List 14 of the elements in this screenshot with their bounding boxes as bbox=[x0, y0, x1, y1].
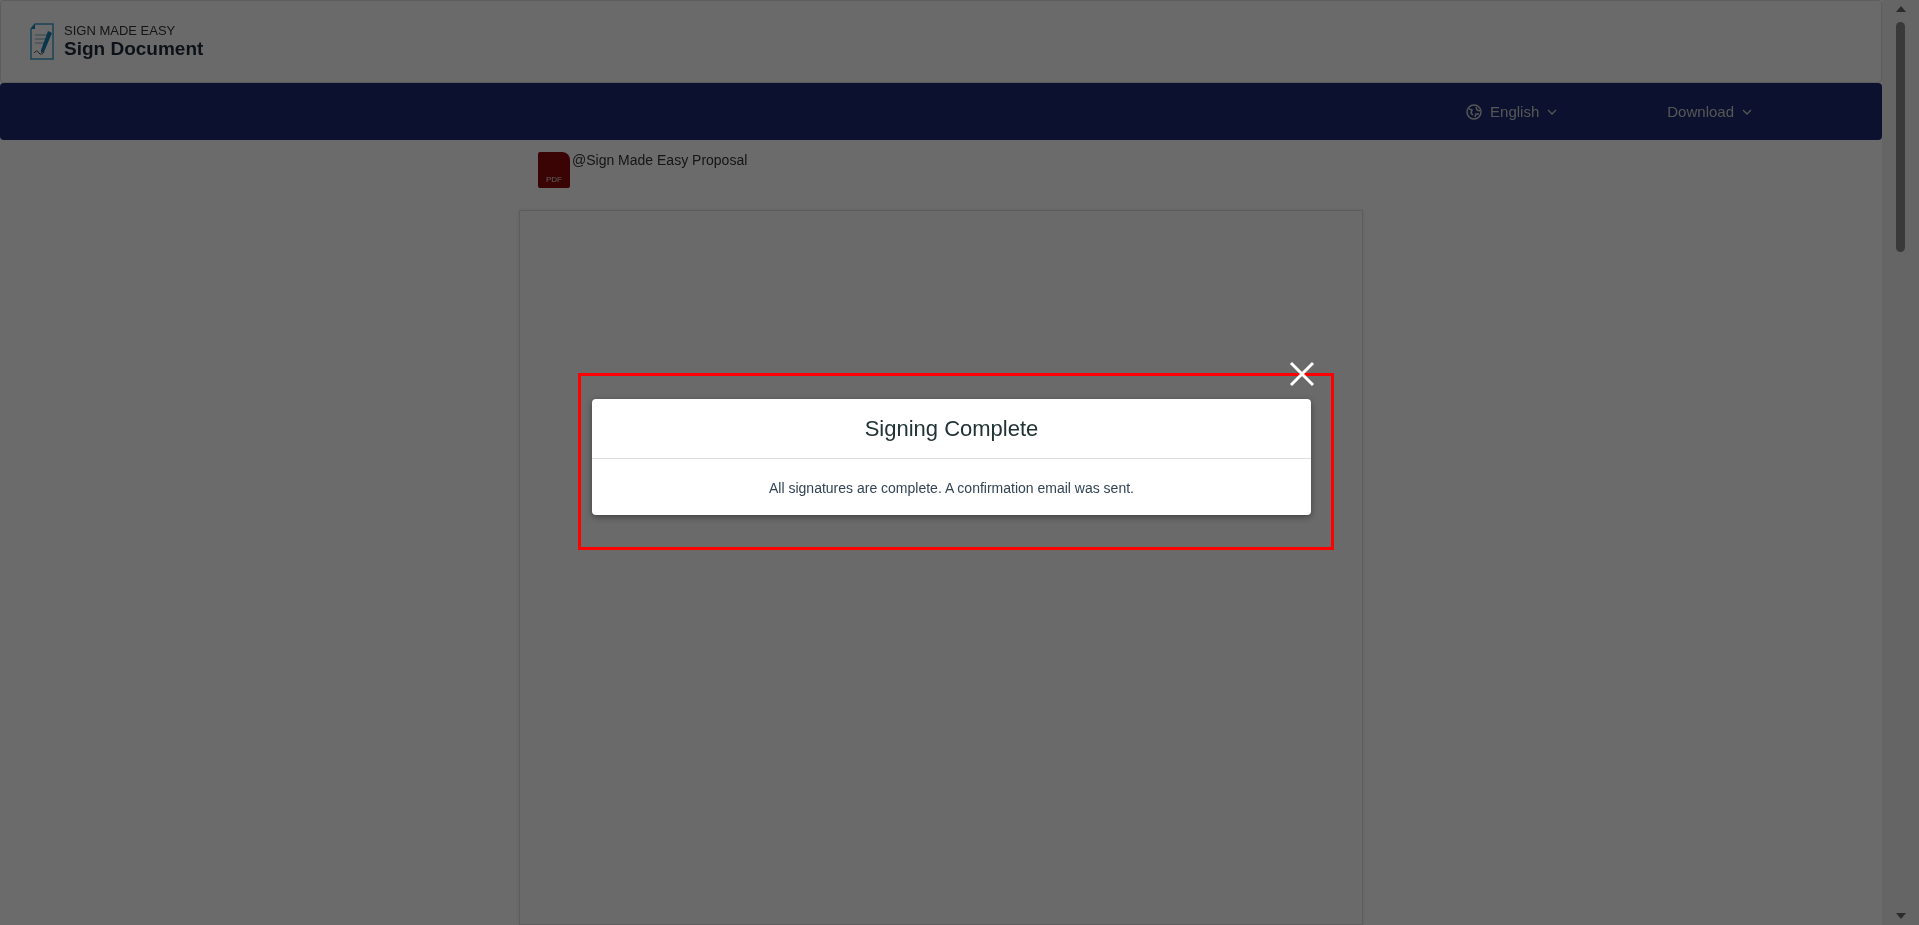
language-dropdown[interactable]: English bbox=[1466, 99, 1558, 124]
chevron-down-icon bbox=[1547, 108, 1558, 115]
dialog-title: Signing Complete bbox=[592, 399, 1311, 459]
brand-name: SIGN MADE EASY bbox=[64, 23, 177, 38]
page-title: Sign Document bbox=[64, 38, 204, 60]
download-dropdown[interactable]: Download bbox=[1667, 99, 1752, 124]
file-name: @Sign Made Easy Proposal bbox=[572, 152, 748, 168]
close-icon[interactable] bbox=[1289, 361, 1315, 387]
chevron-down-icon bbox=[1742, 108, 1752, 115]
dialog-message: All signatures are complete. A confirmation email was sent. bbox=[768, 479, 1135, 498]
pdf-file-icon: PDF bbox=[538, 152, 570, 188]
document-pen-icon bbox=[29, 22, 55, 61]
globe-icon bbox=[1466, 103, 1483, 120]
vertical-scrollbar[interactable] bbox=[1882, 0, 1919, 925]
